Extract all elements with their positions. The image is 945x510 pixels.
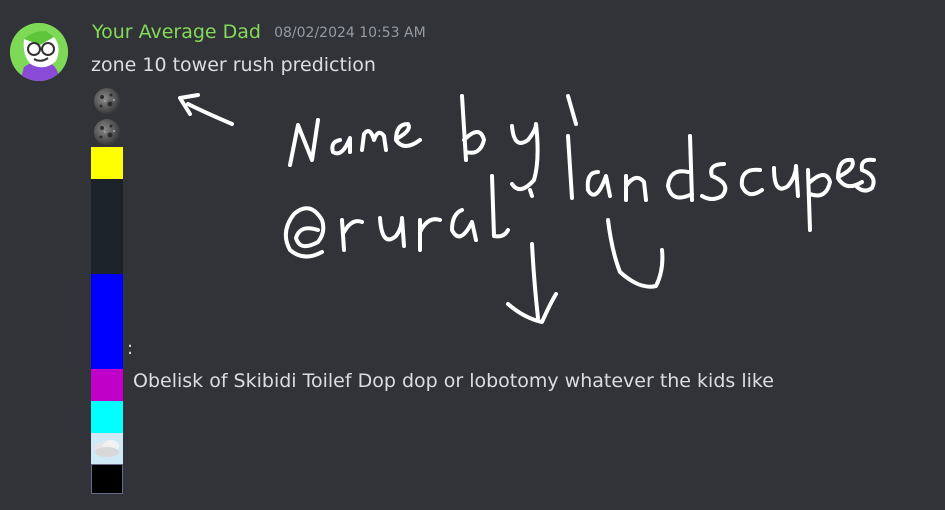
- magenta-square[interactable]: [91, 369, 123, 401]
- user-avatar[interactable]: [10, 23, 68, 81]
- arrow-stroke: [186, 102, 234, 126]
- message-text: zone 10 tower rush prediction: [91, 54, 376, 76]
- blue-square[interactable]: [91, 274, 123, 369]
- message-header: Your Average Dad 08/02/2024 10:53 AM: [92, 20, 426, 50]
- author-name[interactable]: Your Average Dad: [92, 21, 261, 43]
- black-square[interactable]: [91, 464, 123, 494]
- separator-colon: :: [127, 338, 134, 359]
- cyan-square[interactable]: [91, 401, 123, 433]
- moon-emoji[interactable]: [91, 85, 123, 116]
- moon-emoji[interactable]: [91, 116, 123, 147]
- emoji-stack: [91, 85, 123, 494]
- dark-square[interactable]: [91, 179, 123, 274]
- message-continuation: Obelisk of Skibidi Toilef Dop dop or lob…: [133, 370, 774, 392]
- yellow-square[interactable]: [91, 147, 123, 179]
- cloud-emoji[interactable]: [91, 433, 123, 464]
- message-timestamp: 08/02/2024 10:53 AM: [274, 25, 426, 41]
- handwritten-annotation: [178, 93, 876, 324]
